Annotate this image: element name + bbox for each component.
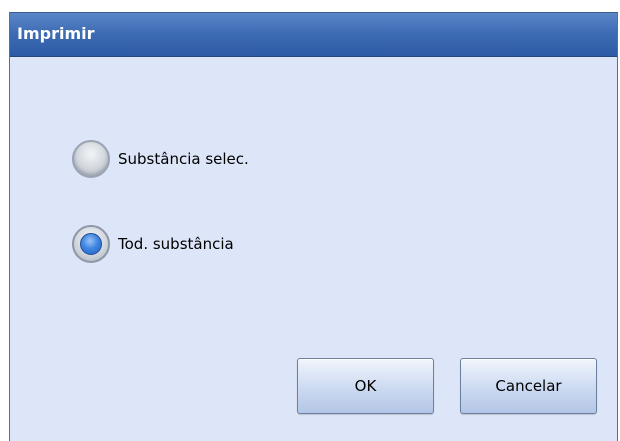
dialog-title: Imprimir xyxy=(17,24,95,43)
option-all-substances-label: Tod. substância xyxy=(118,235,234,253)
radio-button-selected-icon[interactable] xyxy=(72,225,110,263)
radio-dot-icon xyxy=(80,233,102,255)
ok-button[interactable]: OK xyxy=(297,358,434,414)
cancel-button[interactable]: Cancelar xyxy=(460,358,597,414)
option-selected-substance[interactable]: Substância selec. xyxy=(72,138,249,180)
option-selected-substance-label: Substância selec. xyxy=(118,150,249,168)
option-all-substances[interactable]: Tod. substância xyxy=(72,223,234,265)
dialog-titlebar[interactable]: Imprimir xyxy=(10,13,617,57)
print-dialog: Imprimir Substância selec. Tod. substânc… xyxy=(9,12,618,441)
radio-button-unselected-icon[interactable] xyxy=(72,140,110,178)
